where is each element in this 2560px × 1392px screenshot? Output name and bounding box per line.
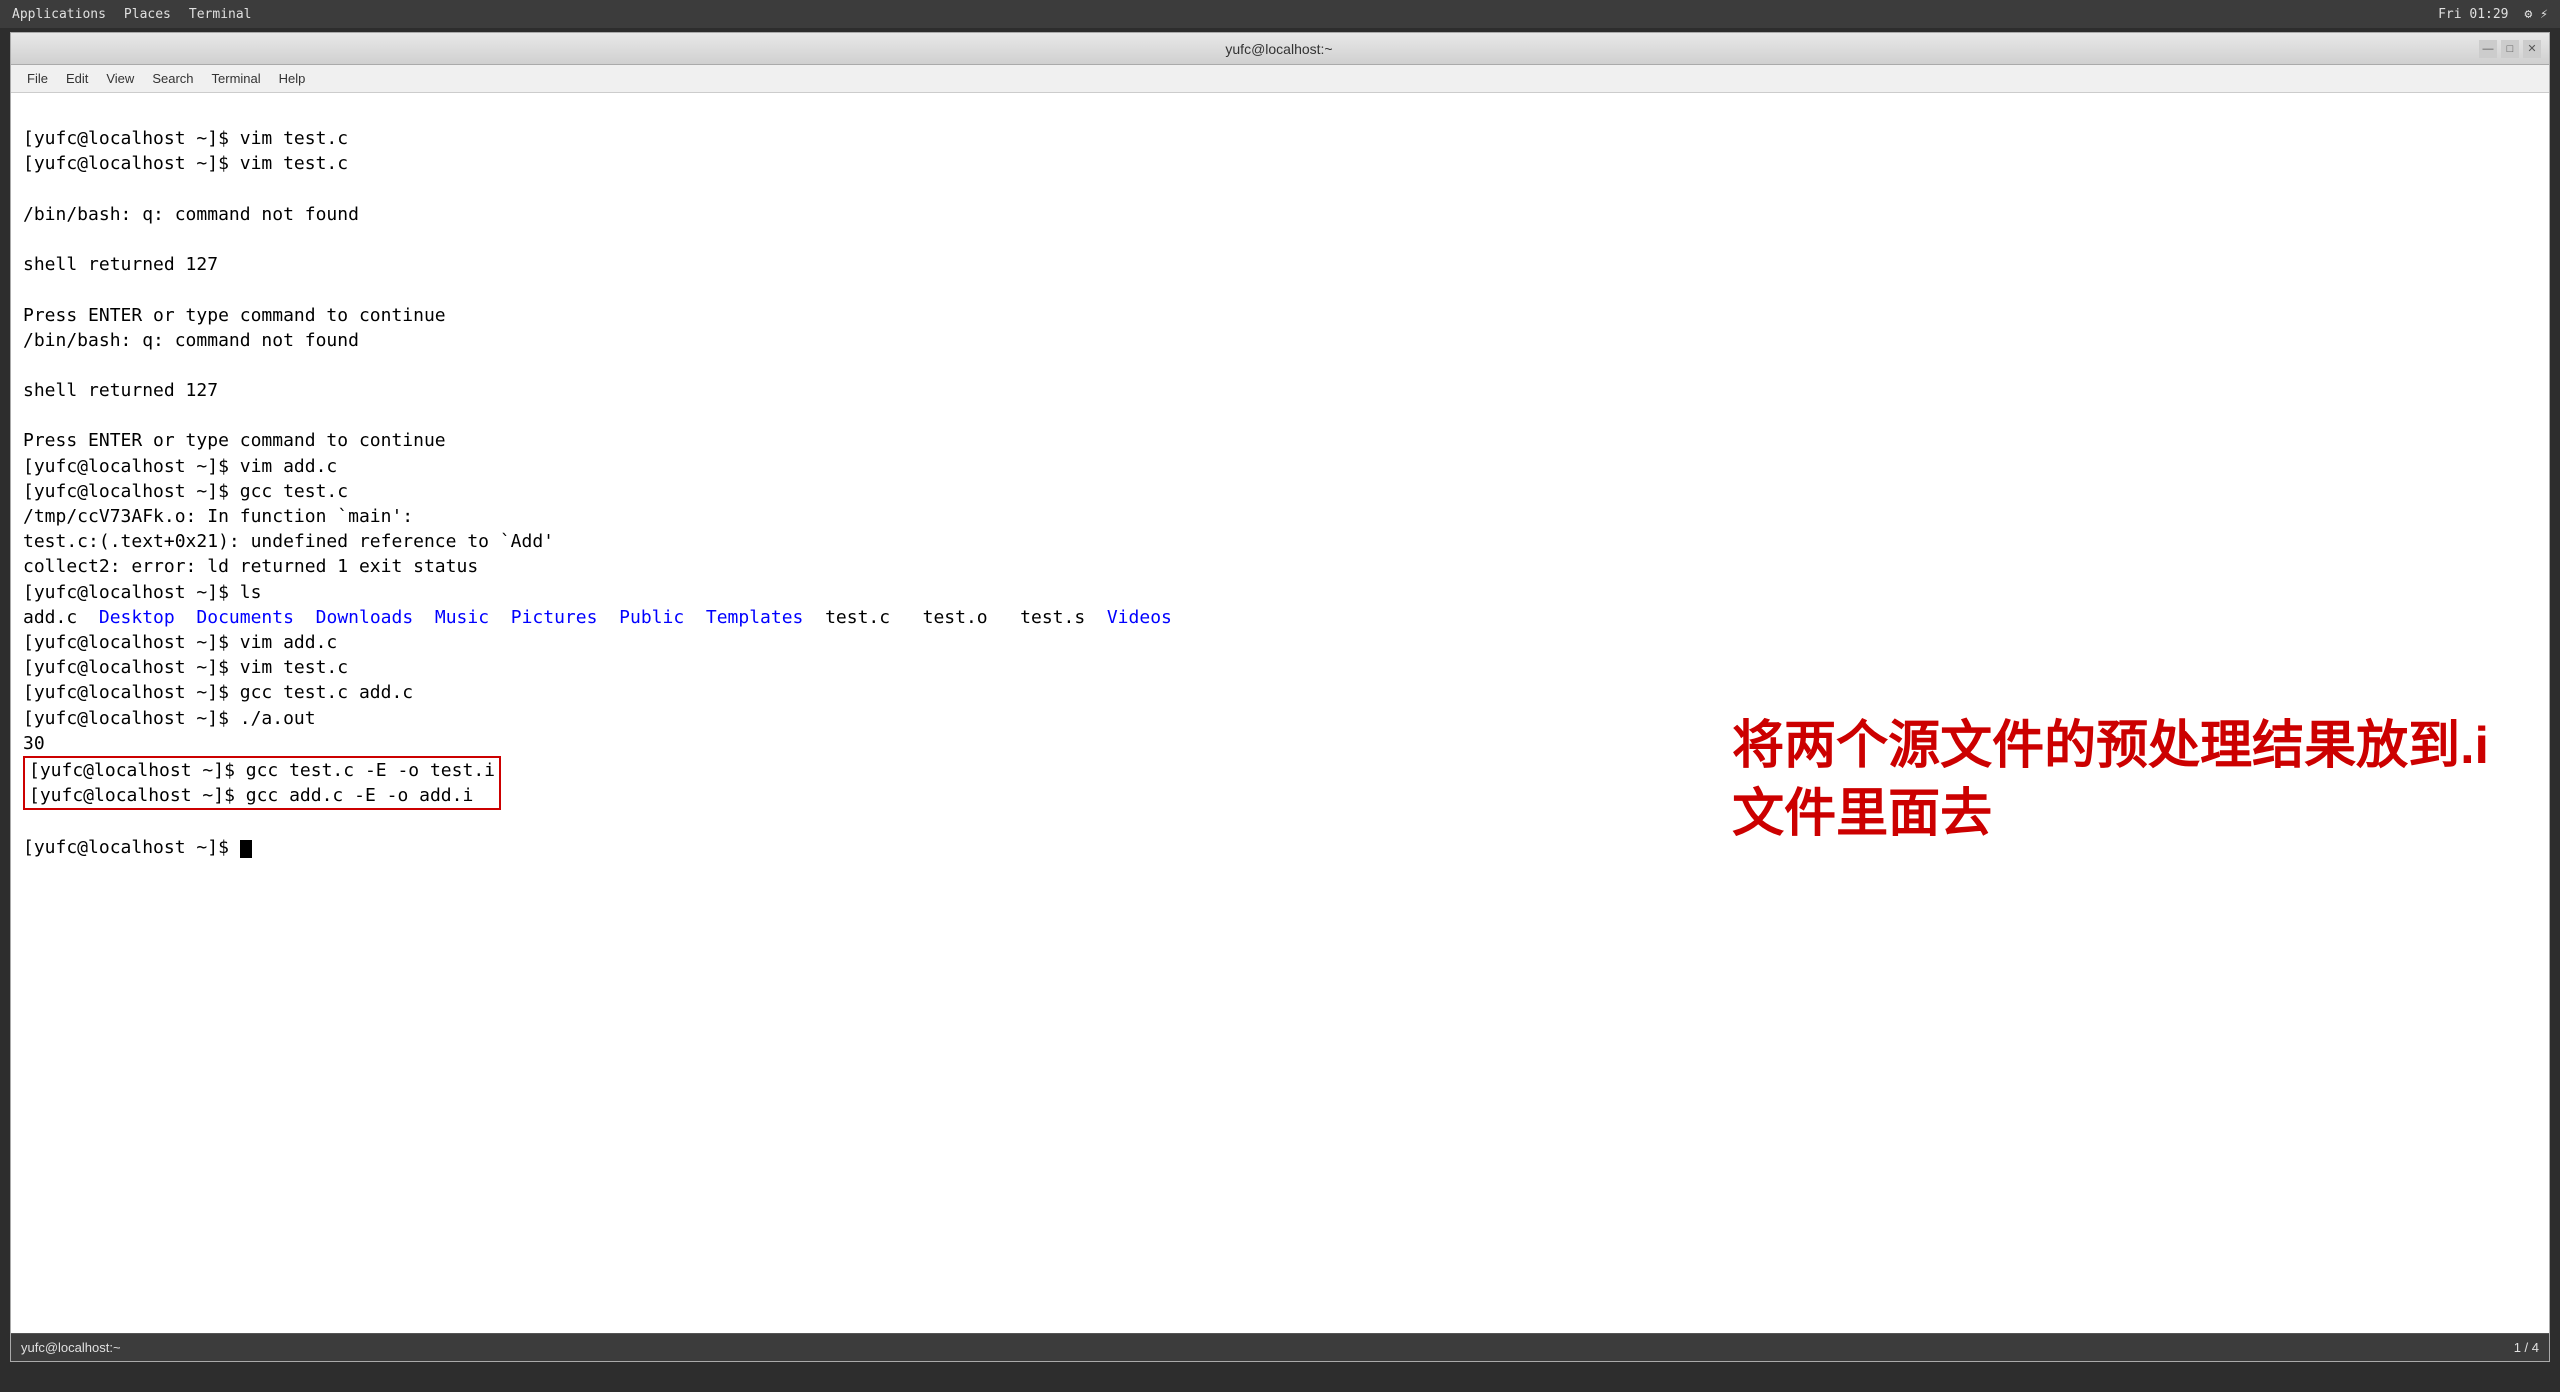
annotation-line-1: 将两个源文件的预处理结果放到.i	[1732, 713, 2489, 781]
line-2: [yufc@localhost ~]$ vim test.c	[23, 153, 348, 174]
line-11: /tmp/ccV73AFk.o: In function `main':	[23, 506, 413, 527]
line-boxed-1: [yufc@localhost ~]$ gcc test.c -E -o tes…	[23, 756, 501, 810]
line-10: [yufc@localhost ~]$ gcc test.c	[23, 481, 348, 502]
menu-terminal[interactable]: Terminal	[204, 69, 269, 88]
terminal-content[interactable]: [yufc@localhost ~]$ vim test.c [yufc@loc…	[11, 93, 2549, 1333]
dir-music: Music	[435, 607, 489, 628]
line-5: Press ENTER or type command to continue	[23, 305, 446, 326]
menu-file[interactable]: File	[19, 69, 56, 88]
dir-desktop: Desktop	[99, 607, 175, 628]
line-6: /bin/bash: q: command not found	[23, 330, 359, 351]
dir-downloads: Downloads	[316, 607, 414, 628]
dir-pictures: Pictures	[511, 607, 598, 628]
menu-bar: File Edit View Search Terminal Help	[11, 65, 2549, 93]
line-17: [yufc@localhost ~]$ gcc test.c add.c	[23, 682, 413, 703]
system-icons: ⚙ ⚡	[2525, 7, 2548, 22]
applications-menu[interactable]: Applications	[12, 7, 106, 22]
dir-documents: Documents	[196, 607, 294, 628]
places-menu[interactable]: Places	[124, 7, 171, 22]
dir-videos: Videos	[1107, 607, 1172, 628]
line-16: [yufc@localhost ~]$ vim test.c	[23, 657, 348, 678]
close-button[interactable]: ✕	[2523, 40, 2541, 58]
line-12: test.c:(.text+0x21): undefined reference…	[23, 531, 554, 552]
line-4: shell returned 127	[23, 254, 218, 275]
line-18: [yufc@localhost ~]$ ./a.out	[23, 708, 316, 729]
dir-public: Public	[619, 607, 684, 628]
menu-view[interactable]: View	[98, 69, 142, 88]
annotation-line-2: 文件里面去	[1732, 781, 2489, 849]
maximize-button[interactable]: □	[2501, 40, 2519, 58]
line-14: [yufc@localhost ~]$ ls	[23, 582, 261, 603]
annotation-text: 将两个源文件的预处理结果放到.i 文件里面去	[1732, 713, 2489, 848]
system-bar-left: Applications Places Terminal	[12, 7, 252, 22]
status-bar: yufc@localhost:~ 1 / 4	[11, 1333, 2549, 1361]
terminal-window: yufc@localhost:~ — □ ✕ File Edit View Se…	[10, 32, 2550, 1362]
ls-output: add.c Desktop Documents Downloads Music …	[23, 607, 1172, 628]
system-time: Fri 01:29	[2438, 7, 2508, 22]
line-8: Press ENTER or type command to continue	[23, 430, 446, 451]
line-9: [yufc@localhost ~]$ vim add.c	[23, 456, 337, 477]
menu-edit[interactable]: Edit	[58, 69, 96, 88]
line-15: [yufc@localhost ~]$ vim add.c	[23, 632, 337, 653]
cursor	[240, 840, 252, 858]
line-current: [yufc@localhost ~]$	[23, 837, 252, 858]
line-3: /bin/bash: q: command not found	[23, 204, 359, 225]
menu-search[interactable]: Search	[144, 69, 201, 88]
line-1: [yufc@localhost ~]$ vim test.c	[23, 128, 348, 149]
line-7: shell returned 127	[23, 380, 218, 401]
title-bar-text: yufc@localhost:~	[79, 41, 2479, 57]
terminal-menu[interactable]: Terminal	[189, 7, 252, 22]
line-19: 30	[23, 733, 45, 754]
system-bar-right: Fri 01:29 ⚙ ⚡	[2438, 7, 2548, 22]
status-page-info: 1 / 4	[2514, 1340, 2539, 1355]
minimize-button[interactable]: —	[2479, 40, 2497, 58]
line-13: collect2: error: ld returned 1 exit stat…	[23, 556, 478, 577]
title-bar-buttons: — □ ✕	[2479, 40, 2541, 58]
title-bar: yufc@localhost:~ — □ ✕	[11, 33, 2549, 65]
dir-templates: Templates	[706, 607, 804, 628]
menu-help[interactable]: Help	[271, 69, 314, 88]
status-label: yufc@localhost:~	[21, 1340, 121, 1355]
system-bar: Applications Places Terminal Fri 01:29 ⚙…	[0, 0, 2560, 28]
